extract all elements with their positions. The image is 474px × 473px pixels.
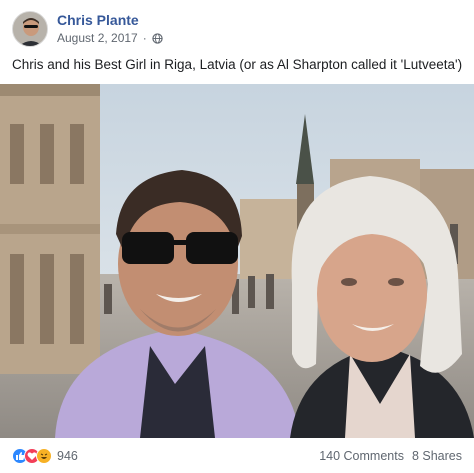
- post-header: Chris Plante August 2, 2017 ·: [0, 0, 474, 52]
- engagement-stats: 140 Comments 8 Shares: [319, 449, 462, 463]
- comments-link[interactable]: 140 Comments: [319, 449, 404, 463]
- post-meta: August 2, 2017 ·: [57, 31, 163, 45]
- globe-icon[interactable]: [152, 32, 163, 44]
- shares-link[interactable]: 8 Shares: [412, 449, 462, 463]
- meta-separator: ·: [142, 31, 147, 45]
- post-caption: Chris and his Best Girl in Riga, Latvia …: [12, 57, 463, 72]
- post-date[interactable]: August 2, 2017: [57, 31, 138, 45]
- haha-icon: [36, 448, 52, 464]
- author-avatar[interactable]: [12, 11, 48, 47]
- reaction-summary[interactable]: 946: [12, 448, 78, 464]
- post-footer: 946 140 Comments 8 Shares: [0, 440, 474, 473]
- author-name[interactable]: Chris Plante: [57, 12, 139, 28]
- reaction-count: 946: [57, 449, 78, 463]
- post-photo[interactable]: [0, 84, 474, 438]
